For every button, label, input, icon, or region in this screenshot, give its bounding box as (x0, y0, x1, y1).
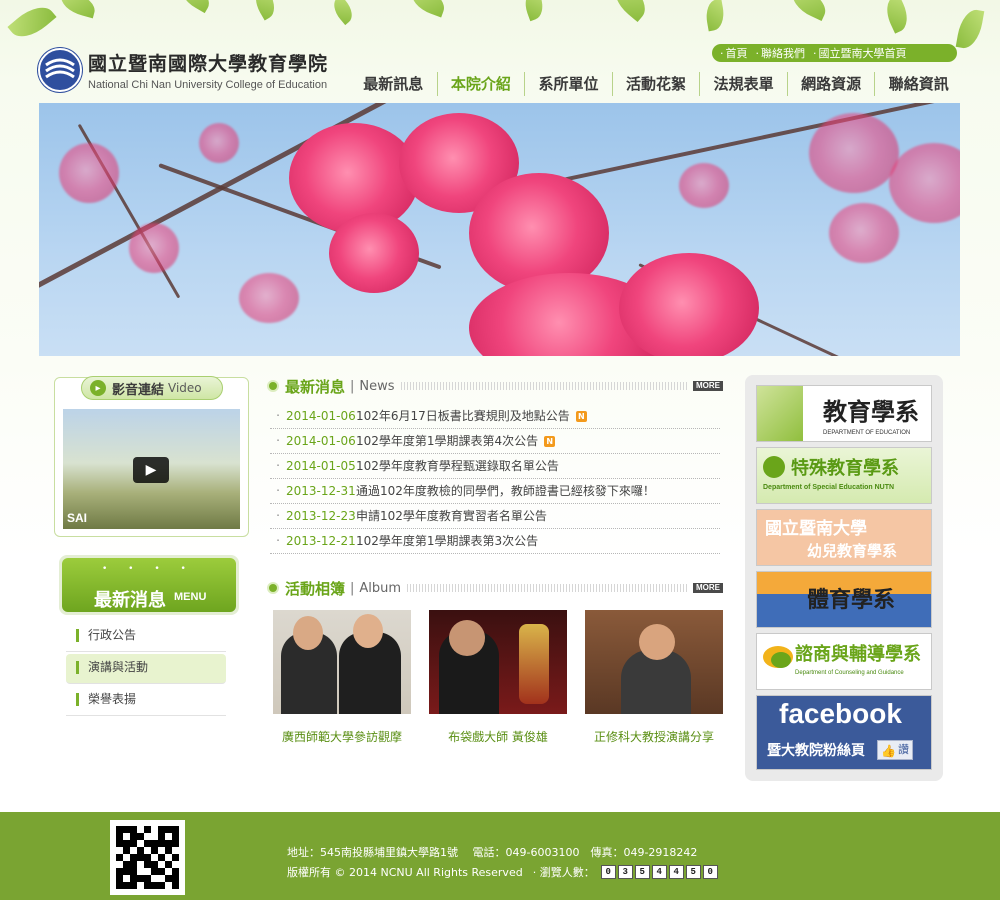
album-item[interactable]: 正修科大教授演講分享 (585, 610, 723, 745)
nav-item-regulations[interactable]: 法規表單 (700, 72, 788, 96)
news-title-en: News (359, 378, 395, 394)
menu-badge: • • • • 最新消息 MENU (59, 555, 239, 615)
play-icon[interactable]: ▶ (133, 457, 169, 483)
footer-copyright: 版權所有 © 2014 NCNU All Rights Reserved (287, 866, 523, 879)
logo-title-zh: 國立暨南國際大學教育學院 (88, 53, 329, 75)
album-gallery: 廣西師範大學參訪觀摩 布袋戲大師 黃俊雄 正修科大教授演講分享 (273, 610, 723, 745)
news-list: ‧ 2014-01-06 102年6月17日板書比賽規則及地點公告 N ‧ 2014-… (270, 404, 720, 554)
news-more-button[interactable]: MORE (693, 381, 723, 391)
top-link-ncnu-home[interactable]: ‧ 國立暨南大學首頁 (813, 45, 907, 61)
top-links-bar: ‧ 首頁 ‧ 聯絡我們 ‧ 國立暨南大學首頁 (712, 44, 957, 62)
nav-item-about[interactable]: 本院介紹 (438, 72, 526, 96)
nav-item-news[interactable]: 最新訊息 (350, 72, 438, 96)
footer-contact-info: 地址：545南投縣埔里鎮大學路1號 電話：049-6003100 傳真：049-… (287, 846, 698, 859)
top-link-contact[interactable]: ‧ 聯絡我們 (756, 45, 806, 61)
logo-title-en: National Chi Nan University College of E… (88, 79, 328, 91)
album-photo[interactable] (585, 610, 723, 714)
news-item[interactable]: ‧ 2013-12-21 102學年度第1學期課表第3次公告 (270, 529, 720, 554)
dept-link-physical-education[interactable]: 體育學系 (756, 571, 932, 628)
facebook-logo: facebook (779, 698, 902, 729)
hero-banner-image (39, 103, 960, 356)
video-watermark: SAI (67, 511, 88, 525)
nav-item-contact[interactable]: 聯絡資訊 (875, 72, 962, 96)
menu-item-admin-notices[interactable]: 行政公告 (66, 622, 226, 652)
new-badge-icon: N (575, 410, 587, 422)
dept-link-counseling[interactable]: 諮商與輔導學系 Department of Counseling and Gui… (756, 633, 932, 690)
facebook-fanpage-link[interactable]: facebook 暨大教院粉絲頁 👍 讚 (756, 695, 932, 770)
news-item[interactable]: ‧ 2014-01-06 102學年度第1學期課表第4次公告 N (270, 429, 720, 454)
thumbs-up-icon: 👍 (881, 744, 896, 758)
menu-item-honors[interactable]: 榮譽表揚 (66, 686, 226, 716)
album-more-button[interactable]: MORE (693, 583, 723, 593)
site-logo[interactable]: 國立暨南國際大學教育學院 National Chi Nan University… (38, 48, 328, 92)
news-section-header: 最新消息 | News MORE (269, 376, 723, 396)
bullet-icon (269, 584, 277, 592)
album-photo[interactable] (273, 610, 411, 714)
news-item[interactable]: ‧ 2014-01-06 102年6月17日板書比賽規則及地點公告 N (270, 404, 720, 429)
news-item[interactable]: ‧ 2013-12-23 申請102學年度教育實習者名單公告 (270, 504, 720, 529)
dept-link-special-education[interactable]: 特殊教育學系 Department of Special Education N… (756, 447, 932, 504)
bullet-icon (269, 382, 277, 390)
arrow-right-icon: ▸ (90, 380, 106, 396)
nav-item-departments[interactable]: 系所單位 (525, 72, 613, 96)
video-section-title: ▸ 影音連結 Video (81, 376, 223, 400)
menu-title-en: MENU (174, 591, 207, 603)
main-nav: 最新訊息 本院介紹 系所單位 活動花絮 法規表單 網路資源 聯絡資訊 (350, 72, 962, 96)
news-item[interactable]: ‧ 2014-01-05 102學年度教育學程甄選錄取名單公告 (270, 454, 720, 479)
news-title-zh: 最新消息 (285, 377, 346, 396)
qr-code-icon (110, 820, 185, 895)
visitor-counter: 0354450 (600, 865, 718, 879)
album-photo[interactable] (429, 610, 567, 714)
video-thumbnail[interactable]: ▶ SAI (63, 409, 240, 529)
video-link-box: ▸ 影音連結 Video ▶ SAI (54, 376, 249, 537)
dept-link-education[interactable]: 教育學系 DEPARTMENT OF EDUCATION (756, 385, 932, 442)
album-title-en: Album (359, 580, 402, 596)
university-emblem-icon (38, 48, 82, 92)
side-menu: 行政公告 演講與活動 榮譽表揚 (66, 622, 226, 718)
top-link-home[interactable]: ‧ 首頁 (720, 45, 748, 61)
news-item[interactable]: ‧ 2013-12-31 通過102年度教檢的同學們，教師證書已經核發下來囉！ (270, 479, 720, 504)
menu-dots: • • • • (102, 564, 195, 574)
nav-item-activities[interactable]: 活動花絮 (613, 72, 701, 96)
like-button[interactable]: 👍 讚 (877, 740, 913, 760)
visitor-count-label: ‧ 瀏覽人數： (532, 866, 595, 879)
album-section-header: 活動相簿 | Album MORE (269, 578, 723, 598)
department-links-panel: 教育學系 DEPARTMENT OF EDUCATION 特殊教育學系 Depa… (745, 375, 943, 781)
nav-item-resources[interactable]: 網路資源 (788, 72, 876, 96)
site-footer: 地址：545南投縣埔里鎮大學路1號 電話：049-6003100 傳真：049-… (0, 812, 1000, 900)
album-item[interactable]: 廣西師範大學參訪觀摩 (273, 610, 411, 745)
album-item[interactable]: 布袋戲大師 黃俊雄 (429, 610, 567, 745)
menu-title-zh: 最新消息 (94, 590, 166, 611)
dept-link-early-childhood[interactable]: 國立暨南大學 幼兒教育學系 (756, 509, 932, 566)
new-badge-icon: N (544, 435, 556, 447)
album-title-zh: 活動相簿 (285, 579, 346, 598)
footer-copyright-row: 版權所有 © 2014 NCNU All Rights Reserved ‧ 瀏… (287, 864, 718, 880)
menu-item-lectures[interactable]: 演講與活動 (66, 654, 226, 684)
